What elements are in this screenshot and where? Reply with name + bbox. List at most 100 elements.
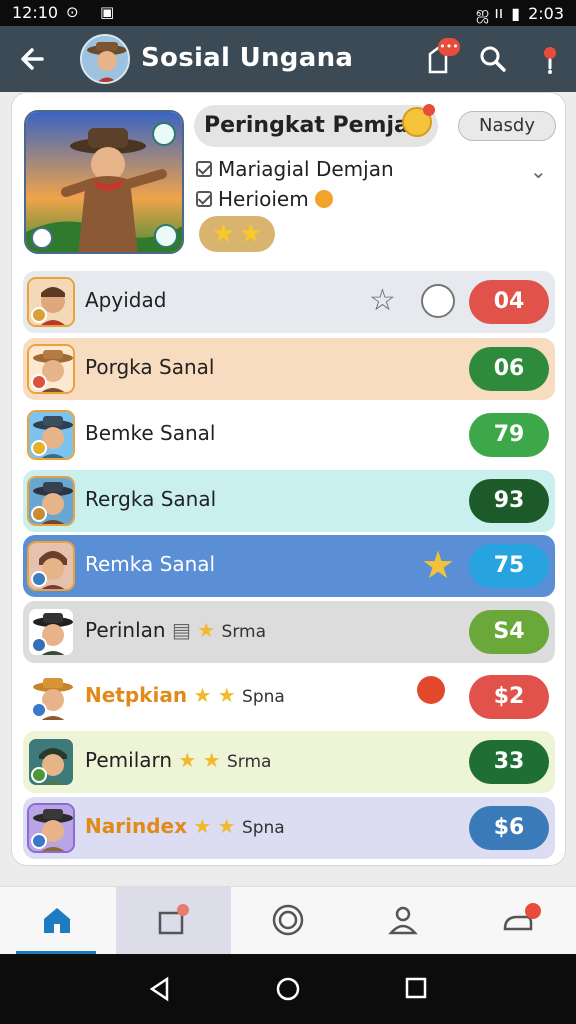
score-badge: $6 bbox=[469, 806, 549, 850]
checkbox-icon bbox=[196, 161, 212, 177]
list-item[interactable]: Bemke Sanal 79 bbox=[23, 404, 555, 466]
list-item[interactable]: Apyidad ☆ 04 bbox=[23, 271, 555, 333]
status-time-right: 2:03 bbox=[528, 4, 564, 23]
search-icon[interactable] bbox=[476, 42, 510, 76]
star-icon: ★ bbox=[239, 219, 263, 249]
smiley-icon bbox=[314, 190, 333, 208]
avatar bbox=[27, 344, 75, 394]
list-item[interactable]: Porgka Sanal 06 bbox=[23, 338, 555, 400]
rank-badge-icon bbox=[31, 506, 47, 522]
leaderboard-card: Peringkat Pemjan Nasdy Mariagial Demjan … bbox=[11, 92, 566, 866]
bottom-nav bbox=[0, 886, 576, 955]
list-item[interactable]: Narindex ★ ★ Spna $6 bbox=[23, 797, 555, 859]
next-button[interactable]: Nasdy bbox=[458, 111, 556, 141]
star-icon: ★ bbox=[178, 748, 197, 772]
list-item[interactable]: Rergka Sanal 93 bbox=[23, 470, 555, 532]
back-triangle-icon[interactable] bbox=[147, 976, 173, 1002]
signal-icon: ஜ ıı bbox=[475, 3, 504, 22]
score-badge: $2 bbox=[469, 675, 549, 719]
at-icon: ⊙ bbox=[66, 3, 79, 21]
star-icon: ★ bbox=[211, 219, 235, 249]
pin-icon[interactable] bbox=[417, 676, 445, 704]
rank-badge-icon bbox=[31, 374, 47, 390]
status-time: 12:10 bbox=[12, 3, 59, 22]
nav-chat[interactable] bbox=[461, 887, 576, 955]
recents-square-icon[interactable] bbox=[404, 976, 428, 1000]
hero-image bbox=[24, 110, 184, 254]
avatar bbox=[27, 476, 75, 526]
star-highlight-icon[interactable]: ★ bbox=[421, 543, 455, 587]
rank-badge-icon bbox=[31, 637, 47, 653]
emoji-icon bbox=[402, 104, 435, 137]
avatar bbox=[27, 607, 75, 657]
star-icon: ★ bbox=[197, 618, 216, 642]
score-badge: 79 bbox=[469, 413, 549, 457]
emoji-face-icon bbox=[421, 284, 455, 318]
home-icon bbox=[44, 908, 70, 933]
score-badge: 33 bbox=[469, 740, 549, 784]
avatar bbox=[27, 803, 75, 853]
camera-icon bbox=[272, 904, 304, 936]
status-bar: 12:10 ⊙ ▣ ஜ ıı ▮ 2:03 bbox=[0, 0, 576, 26]
check-item-label: Mariagial Demjan bbox=[218, 157, 394, 181]
notification-icon[interactable]: ••• bbox=[424, 38, 460, 76]
list-item[interactable]: Pemilarn ★ ★ Srma 33 bbox=[23, 731, 555, 793]
player-name: Narindex ★ ★ Spna bbox=[85, 814, 285, 838]
inbox-icon bbox=[158, 904, 189, 935]
star-icon: ★ bbox=[217, 683, 236, 707]
avatar bbox=[27, 541, 75, 591]
list-item[interactable]: Remka Sanal ★ 75 bbox=[23, 535, 555, 597]
score-badge: 93 bbox=[469, 479, 549, 523]
home-circle-icon[interactable] bbox=[275, 976, 301, 1002]
checkbox-icon bbox=[196, 191, 212, 207]
star-icon: ★ bbox=[217, 814, 236, 838]
battery-icon: ▮ bbox=[511, 4, 521, 23]
check-item[interactable]: Herioiem bbox=[196, 187, 333, 211]
system-nav bbox=[0, 954, 576, 1024]
rank-badge-icon bbox=[31, 767, 47, 783]
avatar bbox=[27, 737, 75, 787]
stars-badge: ★ ★ bbox=[199, 216, 275, 252]
star-icon: ★ bbox=[193, 814, 212, 838]
rank-badge-icon bbox=[31, 440, 47, 456]
player-name: Pemilarn ★ ★ Srma bbox=[85, 748, 272, 772]
image-icon: ▣ bbox=[100, 3, 115, 21]
score-badge: S4 bbox=[469, 610, 549, 654]
nav-camera[interactable] bbox=[231, 887, 346, 955]
score-badge: 75 bbox=[469, 544, 549, 588]
list-item[interactable]: Perinlan ▤ ★ Srma S4 bbox=[23, 601, 555, 663]
player-name: Porgka Sanal bbox=[85, 355, 215, 379]
star-outline-icon[interactable]: ☆ bbox=[369, 283, 396, 318]
chat-icon bbox=[503, 903, 541, 931]
nav-profile[interactable] bbox=[346, 887, 461, 955]
nav-home[interactable] bbox=[0, 887, 115, 955]
player-name: Netpkian ★ ★ Spna bbox=[85, 683, 285, 707]
rank-badge-icon bbox=[31, 702, 47, 718]
rank-badge-icon bbox=[31, 571, 47, 587]
check-item[interactable]: Mariagial Demjan bbox=[196, 157, 394, 181]
player-name: Perinlan ▤ ★ Srma bbox=[85, 618, 266, 642]
score-badge: 04 bbox=[469, 280, 549, 324]
ranking-title: Peringkat Pemjan bbox=[204, 113, 425, 138]
player-name: Bemke Sanal bbox=[85, 421, 216, 445]
rank-badge-icon bbox=[31, 833, 47, 849]
notification-badge: ••• bbox=[438, 38, 460, 56]
list-item[interactable]: Netpkian ★ ★ Spna $2 bbox=[23, 666, 555, 728]
player-name: Remka Sanal bbox=[85, 552, 216, 576]
player-name: Apyidad bbox=[85, 288, 167, 312]
profile-icon bbox=[388, 906, 418, 935]
avatar bbox=[27, 277, 75, 327]
check-item-label: Herioiem bbox=[218, 187, 309, 211]
avatar[interactable] bbox=[80, 34, 130, 84]
chevron-down-icon[interactable]: ⌄ bbox=[530, 159, 547, 183]
app-bar: Sosial Ungana ••• bbox=[0, 26, 576, 92]
back-icon[interactable] bbox=[16, 42, 50, 76]
ranking-title-pill[interactable]: Peringkat Pemjan bbox=[194, 105, 438, 147]
score-badge: 06 bbox=[469, 347, 549, 391]
avatar bbox=[27, 672, 75, 722]
star-icon: ★ bbox=[202, 748, 221, 772]
app-title: Sosial Ungana bbox=[141, 43, 354, 73]
rank-badge-icon bbox=[31, 307, 47, 323]
alert-icon[interactable] bbox=[536, 42, 570, 76]
nav-inbox[interactable] bbox=[116, 887, 231, 955]
